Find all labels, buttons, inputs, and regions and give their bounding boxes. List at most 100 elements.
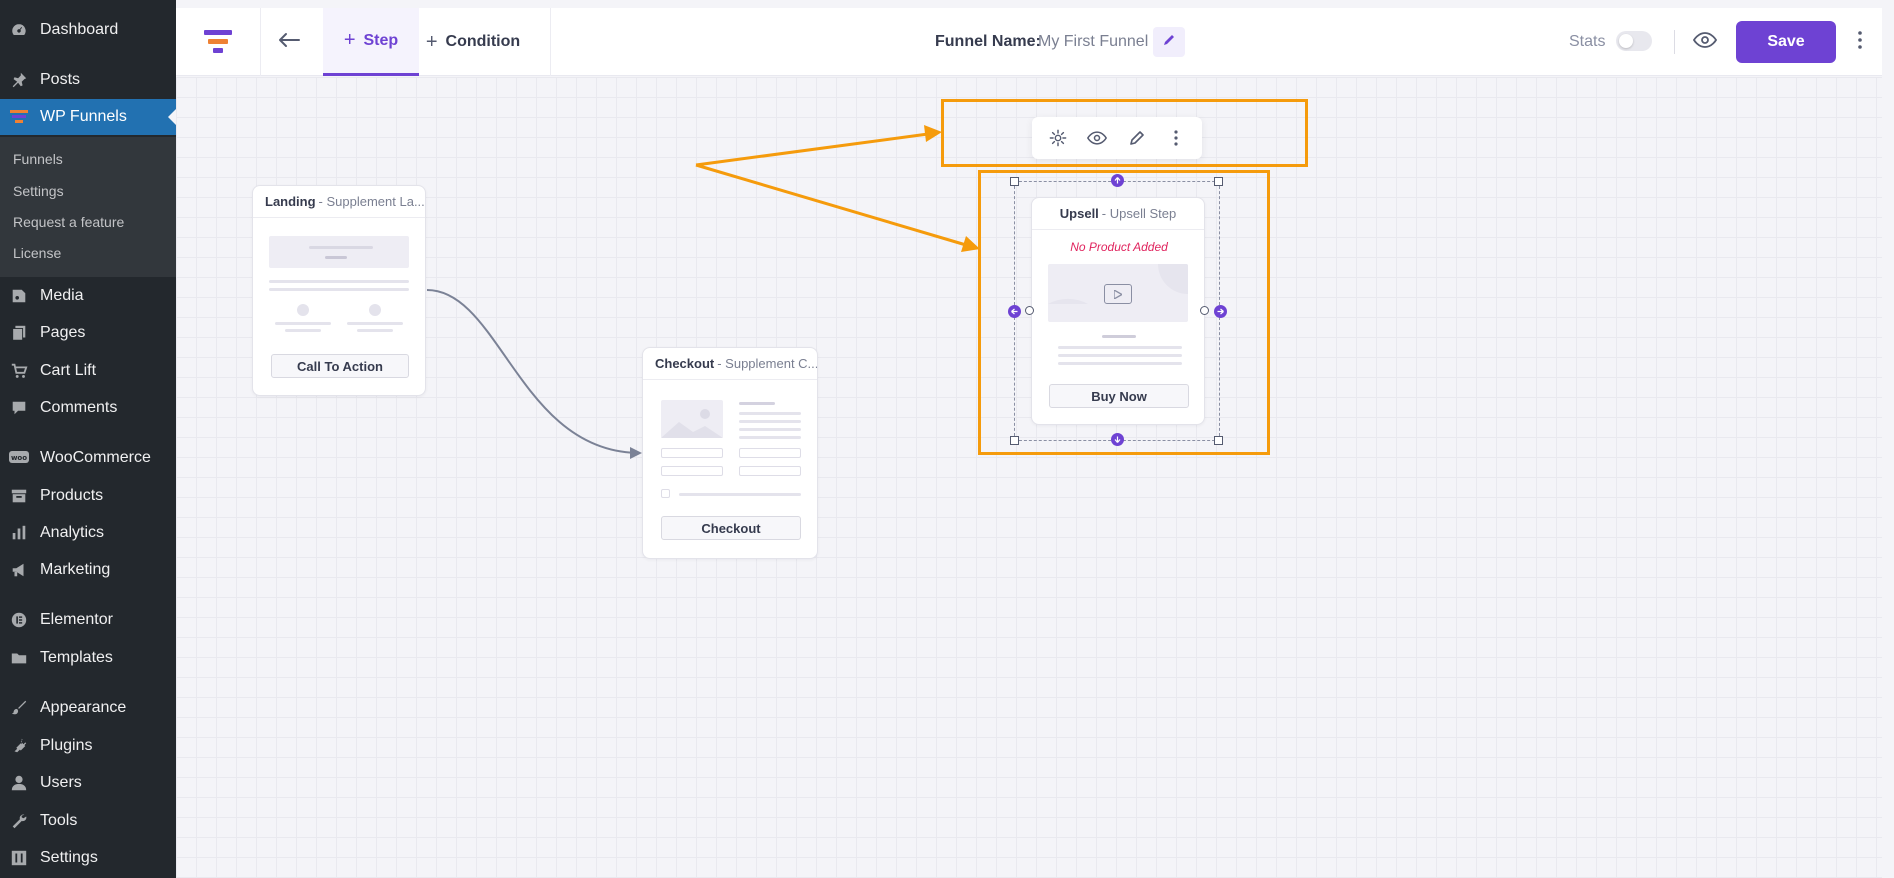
pin-icon <box>8 70 30 90</box>
sidebar-item-settings[interactable]: Settings <box>0 840 176 876</box>
sidebar-item-appearance[interactable]: Appearance <box>0 690 176 726</box>
sidebar-item-label: Media <box>40 287 84 304</box>
submenu-item-request-feature[interactable]: Request a feature <box>13 214 124 230</box>
sidebar-item-media[interactable]: Media <box>0 278 176 314</box>
sidebar-item-cart-lift[interactable]: Cart Lift <box>0 353 176 389</box>
sidebar-item-label: Appearance <box>40 699 127 716</box>
placeholder-line <box>325 256 347 259</box>
sidebar-item-pages[interactable]: Pages <box>0 315 176 351</box>
gear-icon[interactable] <box>1045 125 1071 151</box>
placeholder-line <box>269 280 409 283</box>
input-port[interactable] <box>1025 306 1034 315</box>
placeholder-line <box>739 428 801 431</box>
placeholder-line <box>285 329 321 332</box>
play-icon <box>1104 284 1132 304</box>
archive-icon <box>8 486 30 506</box>
resize-handle-bottom-left[interactable] <box>1010 436 1019 445</box>
sidebar-item-label: Products <box>40 487 104 504</box>
output-port[interactable] <box>1200 306 1209 315</box>
submenu-item-settings[interactable]: Settings <box>13 183 64 199</box>
form-field-placeholder <box>661 448 723 458</box>
connect-handle-top[interactable] <box>1111 174 1124 187</box>
tab-condition-label: Condition <box>445 33 521 50</box>
tab-add-condition[interactable]: + Condition <box>419 8 527 76</box>
form-field-placeholder <box>739 466 801 476</box>
sidebar-item-elementor[interactable]: Elementor <box>0 602 176 638</box>
connect-handle-left[interactable] <box>1008 305 1021 318</box>
wp-admin-sidebar: Dashboard Posts WP Funnels Funnels Setti… <box>0 0 176 878</box>
funnel-name-value: My First Funnel <box>1038 33 1149 50</box>
sidebar-item-plugins[interactable]: Plugins <box>0 728 176 764</box>
sidebar-item-label: WP Funnels <box>40 108 127 125</box>
sidebar-item-label: Marketing <box>40 561 111 578</box>
edit-funnel-name-button[interactable] <box>1153 27 1185 57</box>
sidebar-item-label: Comments <box>40 399 118 416</box>
settings-icon <box>8 848 30 868</box>
step-node-landing[interactable]: Landing - Supplement La... Call To Actio… <box>252 185 426 396</box>
pencil-icon[interactable] <box>1124 125 1150 151</box>
funnel-editor-topbar: + Step + Condition Funnel Name: My First… <box>176 8 1882 76</box>
node-type: Checkout <box>655 356 715 371</box>
sidebar-item-dashboard[interactable]: Dashboard <box>0 12 176 48</box>
form-field-placeholder <box>661 466 723 476</box>
checkbox-placeholder <box>661 489 670 498</box>
sidebar-item-templates[interactable]: Templates <box>0 640 176 676</box>
connect-handle-bottom[interactable] <box>1111 433 1124 446</box>
sidebar-item-marketing[interactable]: Marketing <box>0 552 176 588</box>
save-button[interactable]: Save <box>1736 21 1836 63</box>
step-node-upsell[interactable]: Upsell - Upsell Step No Product Added Bu… <box>1031 197 1205 425</box>
sidebar-item-analytics[interactable]: Analytics <box>0 515 176 551</box>
back-button[interactable] <box>273 26 305 58</box>
brush-icon <box>8 698 30 718</box>
sidebar-item-label: Cart Lift <box>40 362 97 379</box>
more-vertical-icon[interactable] <box>1163 125 1189 151</box>
sidebar-item-label: Dashboard <box>40 21 119 38</box>
eye-icon[interactable] <box>1084 125 1110 151</box>
sidebar-item-comments[interactable]: Comments <box>0 390 176 426</box>
wp-funnels-submenu: Funnels Settings Request a feature Licen… <box>0 137 176 277</box>
placeholder-line <box>739 420 801 423</box>
stats-toggle[interactable] <box>1616 31 1652 51</box>
cart-icon <box>8 361 30 381</box>
sidebar-item-label: WooCommerce <box>40 449 151 466</box>
placeholder-line <box>1058 354 1182 357</box>
node-title: - Supplement C... <box>717 356 817 371</box>
resize-handle-bottom-right[interactable] <box>1214 436 1223 445</box>
sidebar-item-posts[interactable]: Posts <box>0 62 176 98</box>
folder-icon <box>8 648 30 668</box>
topbar-divider <box>1674 30 1675 54</box>
sidebar-item-wp-funnels[interactable]: WP Funnels <box>0 99 176 135</box>
media-icon <box>8 286 30 306</box>
node-type: Landing <box>265 194 316 209</box>
submenu-item-license[interactable]: License <box>13 245 61 261</box>
sidebar-item-label: Settings <box>40 849 98 866</box>
sidebar-item-label: Analytics <box>40 524 105 541</box>
buy-now-button[interactable]: Buy Now <box>1049 384 1189 408</box>
node-title: - Upsell Step <box>1101 206 1177 221</box>
checkout-button[interactable]: Checkout <box>661 516 801 540</box>
sidebar-item-tools[interactable]: Tools <box>0 803 176 839</box>
placeholder-line <box>739 412 801 415</box>
more-options-button[interactable] <box>1850 28 1870 56</box>
placeholder-line <box>269 288 409 291</box>
sidebar-item-woocommerce[interactable]: woo WooCommerce <box>0 440 176 476</box>
submenu-item-funnels[interactable]: Funnels <box>13 151 63 167</box>
resize-handle-top-right[interactable] <box>1214 177 1223 186</box>
sidebar-item-label: Templates <box>40 649 113 666</box>
placeholder-line <box>357 329 393 332</box>
bar-chart-icon <box>8 523 30 543</box>
eye-icon <box>1692 31 1718 53</box>
call-to-action-button[interactable]: Call To Action <box>271 354 409 378</box>
plus-icon: + <box>425 30 438 53</box>
sidebar-item-products[interactable]: Products <box>0 478 176 514</box>
connect-handle-right[interactable] <box>1214 305 1227 318</box>
tab-add-step[interactable]: + Step <box>323 8 419 76</box>
funnel-name-label: Funnel Name: <box>935 33 1041 50</box>
step-node-checkout[interactable]: Checkout - Supplement C... Checkout <box>642 347 818 559</box>
user-icon <box>8 773 30 793</box>
node-header: Landing - Supplement La... <box>253 186 425 218</box>
sidebar-item-users[interactable]: Users <box>0 765 176 801</box>
preview-button[interactable] <box>1690 28 1720 56</box>
resize-handle-top-left[interactable] <box>1010 177 1019 186</box>
funnel-icon <box>8 107 30 127</box>
